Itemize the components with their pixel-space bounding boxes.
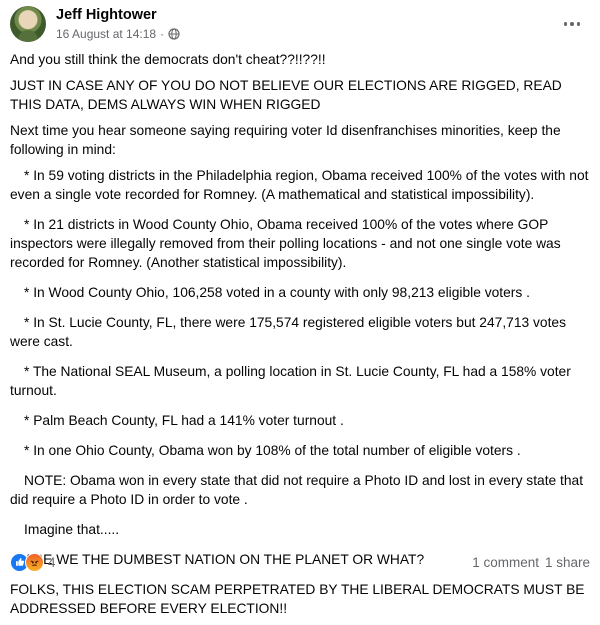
more-options-icon[interactable] bbox=[558, 10, 586, 38]
post-paragraph: Imagine that..... bbox=[24, 522, 120, 537]
post-paragraph: FOLKS, THIS ELECTION SCAM PERPETRATED BY… bbox=[10, 582, 585, 616]
angry-reaction-icon bbox=[25, 552, 44, 572]
post-paragraph: * Palm Beach County, FL had a 141% voter… bbox=[24, 413, 344, 428]
post-paragraph: JUST IN CASE ANY OF YOU DO NOT BELIEVE O… bbox=[10, 78, 562, 112]
post-paragraph: * In one Ohio County, Obama won by 108% … bbox=[24, 443, 521, 458]
post-body: And you still think the democrats don't … bbox=[10, 50, 590, 625]
post-header: Jeff Hightower 16 August at 14:18 · bbox=[10, 6, 590, 42]
facebook-post: Jeff Hightower 16 August at 14:18 · And … bbox=[0, 0, 600, 616]
post-paragraph: * In 59 voting districts in the Philadel… bbox=[10, 168, 589, 202]
comments-link[interactable]: 1 comment bbox=[472, 555, 539, 570]
reaction-count[interactable]: 4 bbox=[48, 555, 56, 570]
post-paragraph: NOTE: Obama won in every state that did … bbox=[10, 473, 584, 507]
post-footer: 4 1 comment 1 share bbox=[10, 552, 590, 572]
shares-link[interactable]: 1 share bbox=[545, 555, 590, 570]
meta-separator: · bbox=[160, 27, 165, 41]
post-paragraph: * In St. Lucie County, FL, there were 17… bbox=[10, 315, 566, 349]
post-paragraph: And you still think the democrats don't … bbox=[10, 52, 326, 67]
avatar[interactable] bbox=[10, 6, 46, 42]
post-paragraph: * In 21 districts in Wood County Ohio, O… bbox=[10, 217, 561, 270]
post-timestamp[interactable]: 16 August at 14:18 bbox=[56, 27, 156, 41]
post-paragraph: Next time you hear someone saying requir… bbox=[10, 123, 561, 157]
author-name[interactable]: Jeff Hightower bbox=[56, 7, 157, 23]
globe-icon[interactable] bbox=[168, 28, 180, 40]
engagement-stats: 1 comment 1 share bbox=[472, 555, 590, 570]
post-paragraph: * In Wood County Ohio, 106,258 voted in … bbox=[24, 285, 530, 300]
post-paragraph: * The National SEAL Museum, a polling lo… bbox=[10, 364, 571, 398]
post-meta: 16 August at 14:18 · bbox=[56, 27, 180, 41]
reactions-summary[interactable]: 4 bbox=[10, 552, 56, 572]
